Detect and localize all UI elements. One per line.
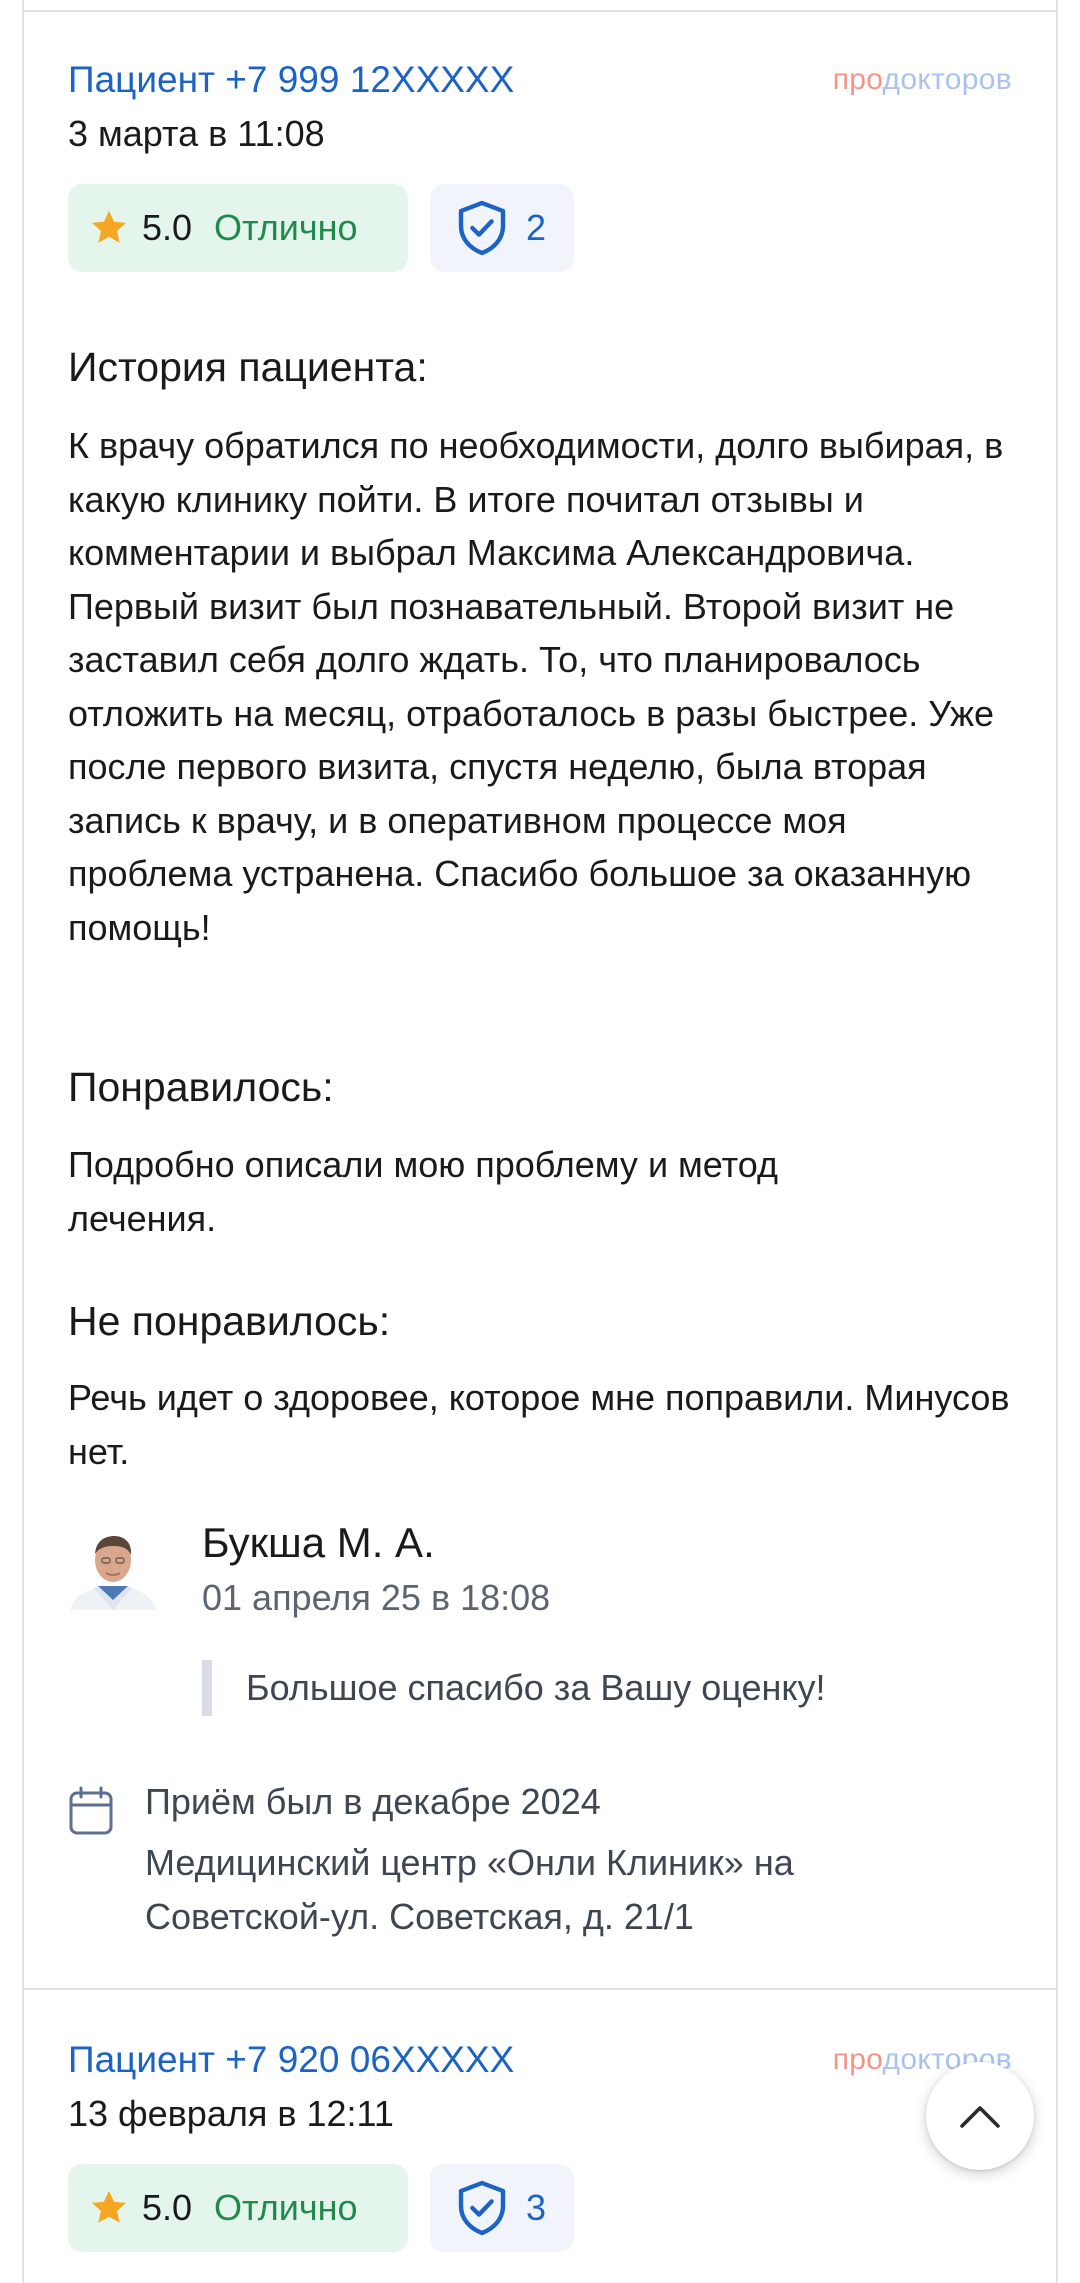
liked-text: Подробно описали мою проблему и метод ле…	[68, 1144, 778, 1239]
rating-score: 5.0	[142, 207, 193, 248]
doctor-name: Букша М. А.	[202, 1519, 435, 1566]
brand-logo: продокторов	[833, 62, 1012, 98]
brand-logo-prefix: про	[832, 2043, 883, 2076]
rating-badge[interactable]: 5.0 Отлично	[68, 184, 408, 272]
scroll-to-top-button[interactable]	[926, 2062, 1034, 2170]
rating-badge[interactable]: 5.0 Отлично	[68, 2164, 408, 2252]
reply-text: Большое спасибо за Вашу оценку!	[202, 1660, 826, 1716]
divider	[22, 10, 1058, 12]
review-date: 13 февраля в 12:11	[68, 2093, 394, 2134]
visit-clinic[interactable]: Медицинский центр «Онли Клиник» на Совет…	[145, 1836, 945, 1944]
verification-badge[interactable]: 3	[430, 2164, 574, 2252]
review-card: Пациент +7 999 12XXXXX 3 марта в 11:08 п…	[68, 58, 1012, 1958]
divider	[22, 1988, 1058, 1990]
reply-date: 01 апреля 25 в 18:08	[202, 1577, 551, 1618]
rating-score: 5.0	[142, 2187, 193, 2228]
verification-badge[interactable]: 2	[430, 184, 574, 272]
review-date: 3 марта в 11:08	[68, 113, 325, 154]
doctor-reply: Букша М. А. 01 апреля 25 в 18:08 Большое…	[68, 1519, 1012, 1720]
chevron-up-icon	[960, 2106, 1000, 2128]
story-text: К врачу обратился по необходимости, долг…	[68, 425, 1004, 948]
shield-check-icon	[458, 200, 506, 256]
story-title: История пациента:	[68, 344, 428, 390]
review-author-link[interactable]: Пациент +7 999 12XXXXX	[68, 58, 514, 102]
disliked-title: Не понравилось:	[68, 1298, 391, 1344]
review-author-link[interactable]: Пациент +7 920 06XXXXX	[68, 2038, 514, 2082]
star-icon	[92, 2190, 126, 2223]
star-icon	[92, 210, 126, 243]
liked-title: Понравилось:	[68, 1064, 334, 1110]
brand-logo-suffix: докторов	[882, 63, 1012, 96]
verification-count: 2	[526, 207, 547, 248]
verification-count: 3	[526, 2187, 547, 2228]
rating-label: Отлично	[214, 207, 358, 248]
calendar-icon	[69, 1786, 113, 1835]
shield-check-icon	[458, 2180, 506, 2236]
disliked-text: Речь идет о здоровее, которое мне поправ…	[68, 1377, 1010, 1472]
rating-label: Отлично	[214, 2187, 358, 2228]
brand-logo-prefix: про	[832, 63, 883, 96]
doctor-avatar[interactable]	[68, 1520, 158, 1610]
visit-date: Приём был в декабре 2024	[145, 1781, 601, 1822]
review-card: Пациент +7 920 06XXXXX 13 февраля в 12:1…	[68, 2038, 1012, 2283]
